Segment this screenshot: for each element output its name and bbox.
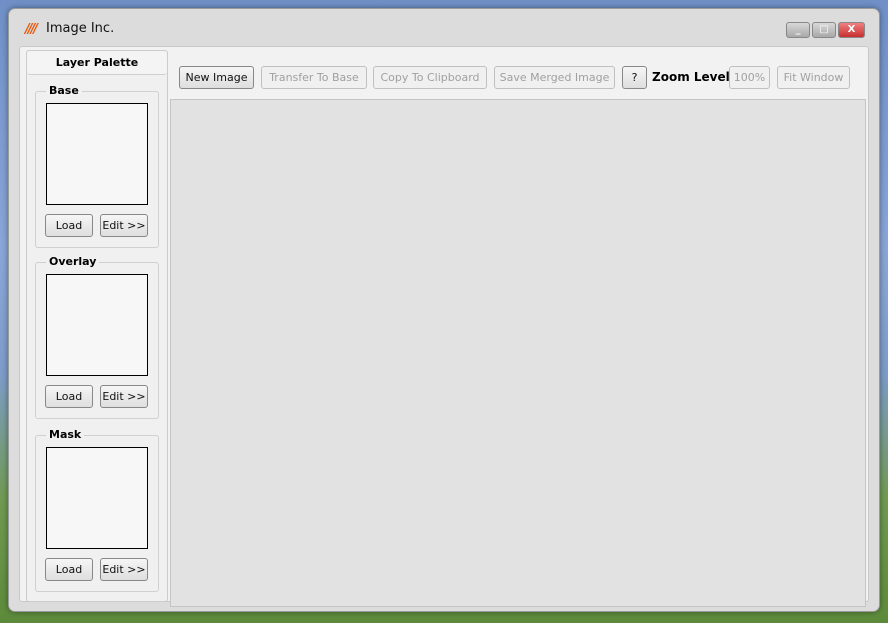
mask-preview (46, 447, 148, 549)
image-canvas[interactable] (170, 99, 866, 607)
window-title: Image Inc. (46, 21, 115, 36)
save-merged-image-button[interactable]: Save Merged Image (494, 66, 615, 89)
maximize-button[interactable]: □ (812, 22, 836, 38)
app-window: //// Image Inc. _ □ X Layer Palette Base… (8, 8, 880, 612)
zoom-level-label: Zoom Level (652, 70, 730, 84)
palette-title: Layer Palette (27, 51, 167, 75)
new-image-button[interactable]: New Image (179, 66, 254, 89)
mask-group: Mask Load Edit >> (35, 428, 159, 592)
layer-palette: Layer Palette Base Load Edit >> Overlay … (26, 50, 168, 602)
mask-edit-button[interactable]: Edit >> (100, 558, 148, 581)
base-group: Base Load Edit >> (35, 84, 159, 248)
help-button[interactable]: ? (622, 66, 647, 89)
base-edit-button[interactable]: Edit >> (100, 214, 148, 237)
mask-load-button[interactable]: Load (45, 558, 93, 581)
group-label: Base (46, 84, 82, 97)
zoom-100-button[interactable]: 100% (729, 66, 770, 89)
overlay-preview (46, 274, 148, 376)
transfer-to-base-button[interactable]: Transfer To Base (261, 66, 367, 89)
close-button[interactable]: X (838, 22, 865, 38)
title-bar[interactable]: //// Image Inc. _ □ X (9, 9, 879, 47)
fit-window-button[interactable]: Fit Window (777, 66, 850, 89)
client-area: Layer Palette Base Load Edit >> Overlay … (19, 46, 869, 607)
group-label: Overlay (46, 255, 100, 268)
copy-to-clipboard-button[interactable]: Copy To Clipboard (373, 66, 487, 89)
group-label: Mask (46, 428, 85, 441)
overlay-load-button[interactable]: Load (45, 385, 93, 408)
overlay-group: Overlay Load Edit >> (35, 255, 159, 419)
base-preview (46, 103, 148, 205)
minimize-button[interactable]: _ (786, 22, 810, 38)
app-logo-icon: //// (25, 22, 38, 37)
overlay-edit-button[interactable]: Edit >> (100, 385, 148, 408)
base-load-button[interactable]: Load (45, 214, 93, 237)
